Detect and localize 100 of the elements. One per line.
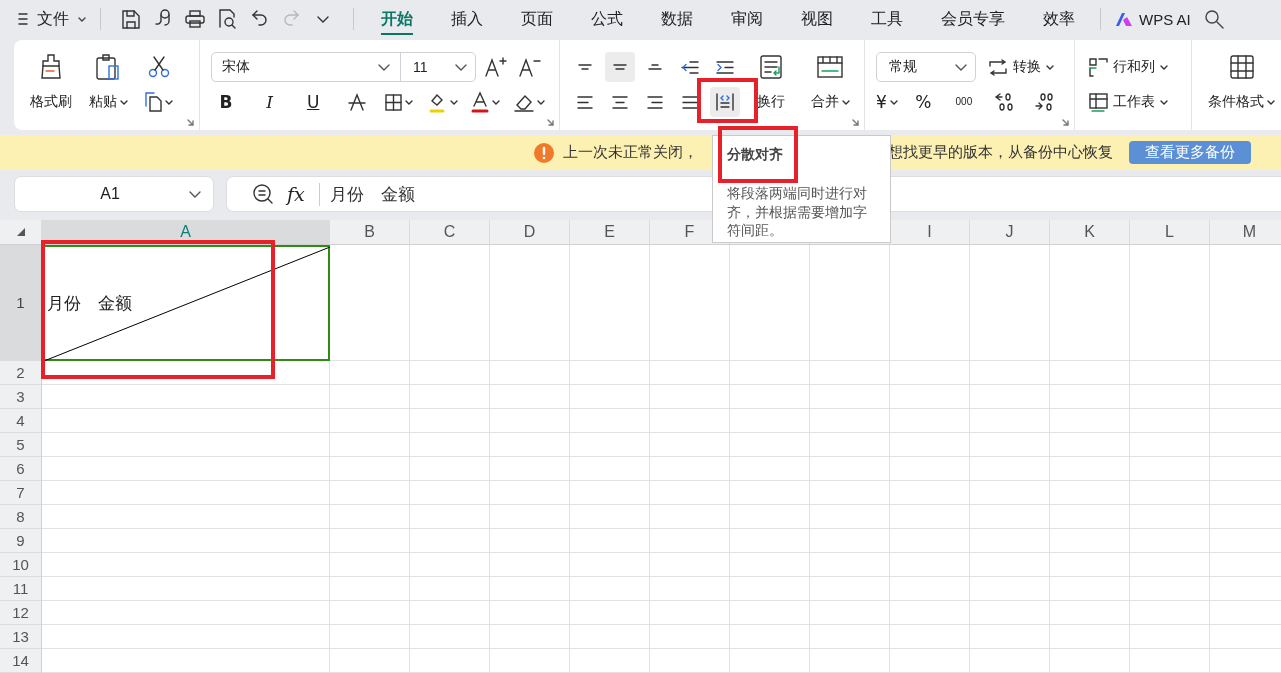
worksheet-icon [1089, 92, 1108, 112]
dialog-launcher-icon [547, 119, 554, 126]
row-header[interactable]: 4 [0, 409, 42, 433]
row-header[interactable]: 5 [0, 433, 42, 457]
ribbon-tab[interactable]: 效率 [1024, 0, 1094, 38]
decrease-decimal-icon [1035, 92, 1055, 112]
align-middle-button[interactable] [605, 52, 635, 82]
column-header[interactable]: M [1210, 220, 1281, 245]
column-header[interactable]: C [410, 220, 490, 245]
ai-button[interactable]: WPS AI [1115, 10, 1191, 28]
align-middle-icon [613, 64, 627, 70]
row-header[interactable]: 6 [0, 457, 42, 481]
convert-button[interactable]: 转换 [988, 52, 1054, 82]
print-preview-icon [217, 9, 237, 29]
ribbon-tab[interactable]: 数据 [642, 0, 712, 38]
row-header[interactable]: 2 [0, 361, 42, 385]
ribbon-tab[interactable]: 公式 [572, 0, 642, 38]
ribbon-tab[interactable]: 页面 [502, 0, 572, 38]
row-header[interactable]: 14 [0, 649, 42, 673]
rows-columns-icon [1089, 57, 1108, 77]
merge-cells-icon [817, 56, 843, 78]
font-grow-icon [484, 57, 507, 77]
ribbon-tab[interactable]: 视图 [782, 0, 852, 38]
align-distribute-button[interactable] [710, 87, 740, 117]
dialog-launcher-icon [1062, 119, 1069, 126]
font-color-icon [471, 91, 490, 113]
caret-icon [1267, 99, 1275, 105]
bold-button[interactable]: B [211, 87, 241, 117]
row-header[interactable]: 12 [0, 601, 42, 625]
formula-field[interactable]: 月份 金额 [318, 182, 415, 206]
conditional-format-button[interactable]: 条件格式 [1208, 87, 1275, 117]
strikethrough-icon [347, 93, 366, 111]
caret-icon [405, 99, 414, 105]
name-box[interactable]: A1 [14, 176, 214, 212]
caret-icon [841, 99, 850, 105]
paste-button[interactable]: 粘贴 [88, 87, 128, 117]
column-header[interactable]: I [890, 220, 970, 245]
italic-button[interactable]: I [254, 87, 285, 117]
copy-icon [145, 92, 162, 112]
column-header[interactable]: J [970, 220, 1050, 245]
file-menu[interactable]: 文件 [18, 8, 86, 30]
search-button[interactable] [1204, 9, 1224, 29]
worksheet-button[interactable]: 工作表 [1089, 87, 1191, 117]
row-header[interactable]: 1 [0, 245, 42, 361]
rows-columns-button[interactable]: 行和列 [1089, 52, 1191, 82]
ribbon-tab[interactable]: 开始 [362, 0, 432, 38]
caret-icon [449, 99, 458, 105]
percent-button[interactable]: % [908, 87, 939, 117]
format-painter-icon [40, 54, 62, 80]
borders-icon [385, 93, 403, 111]
column-header[interactable]: B [330, 220, 410, 245]
font-shrink-icon [519, 57, 541, 77]
caret-icon [165, 99, 173, 105]
number-format-field[interactable]: 常规 [876, 52, 976, 82]
wrap-text-button[interactable]: 换行 [757, 87, 785, 117]
zoom-out-icon [253, 184, 273, 204]
row-header[interactable]: 7 [0, 481, 42, 505]
ribbon-tab[interactable]: 插入 [432, 0, 502, 38]
currency-button[interactable]: ¥ [876, 87, 898, 117]
row-header[interactable]: 9 [0, 529, 42, 553]
align-top-icon [578, 64, 592, 70]
caret-icon [78, 16, 86, 22]
search-icon [1204, 9, 1224, 29]
select-all-icon [16, 228, 25, 236]
column-header[interactable]: E [570, 220, 650, 245]
column-header[interactable]: K [1050, 220, 1130, 245]
row-header[interactable]: 11 [0, 577, 42, 601]
chevron-down-icon [955, 63, 967, 71]
increase-decimal-icon [994, 92, 1014, 112]
cell-text: 月份 金额 [47, 291, 132, 315]
align-justify-icon [682, 95, 698, 109]
align-outdent-icon [681, 60, 699, 74]
caret-icon [889, 99, 898, 105]
align-indent-icon [716, 60, 734, 74]
ribbon-tab[interactable]: 会员专享 [922, 0, 1024, 38]
row-header[interactable]: 10 [0, 553, 42, 577]
merge-button[interactable]: 合并 [810, 87, 850, 117]
convert-icon [988, 58, 1008, 76]
row-header[interactable]: 3 [0, 385, 42, 409]
caret-icon [119, 99, 128, 105]
ribbon-tab[interactable]: 审阅 [712, 0, 782, 38]
fx-button[interactable]: fx [287, 183, 305, 205]
save-icon [122, 9, 140, 29]
warning-icon [534, 142, 554, 163]
column-header[interactable]: D [490, 220, 570, 245]
caret-icon [492, 99, 501, 105]
thousands-separator-button[interactable]: 000 [948, 87, 979, 117]
print-icon [185, 10, 205, 28]
align-center-icon [612, 95, 628, 109]
scissors-icon [148, 56, 170, 78]
caret-icon [536, 99, 545, 105]
row-header[interactable]: 13 [0, 625, 42, 649]
dialog-launcher-icon [187, 119, 194, 126]
underline-button[interactable]: U [298, 87, 329, 117]
column-header[interactable]: L [1130, 220, 1210, 245]
ribbon-tab[interactable]: 工具 [852, 0, 922, 38]
caret-icon [1160, 99, 1168, 105]
link-icon [155, 9, 171, 29]
format-painter-button[interactable]: 格式刷 [30, 87, 72, 117]
row-header[interactable]: 8 [0, 505, 42, 529]
